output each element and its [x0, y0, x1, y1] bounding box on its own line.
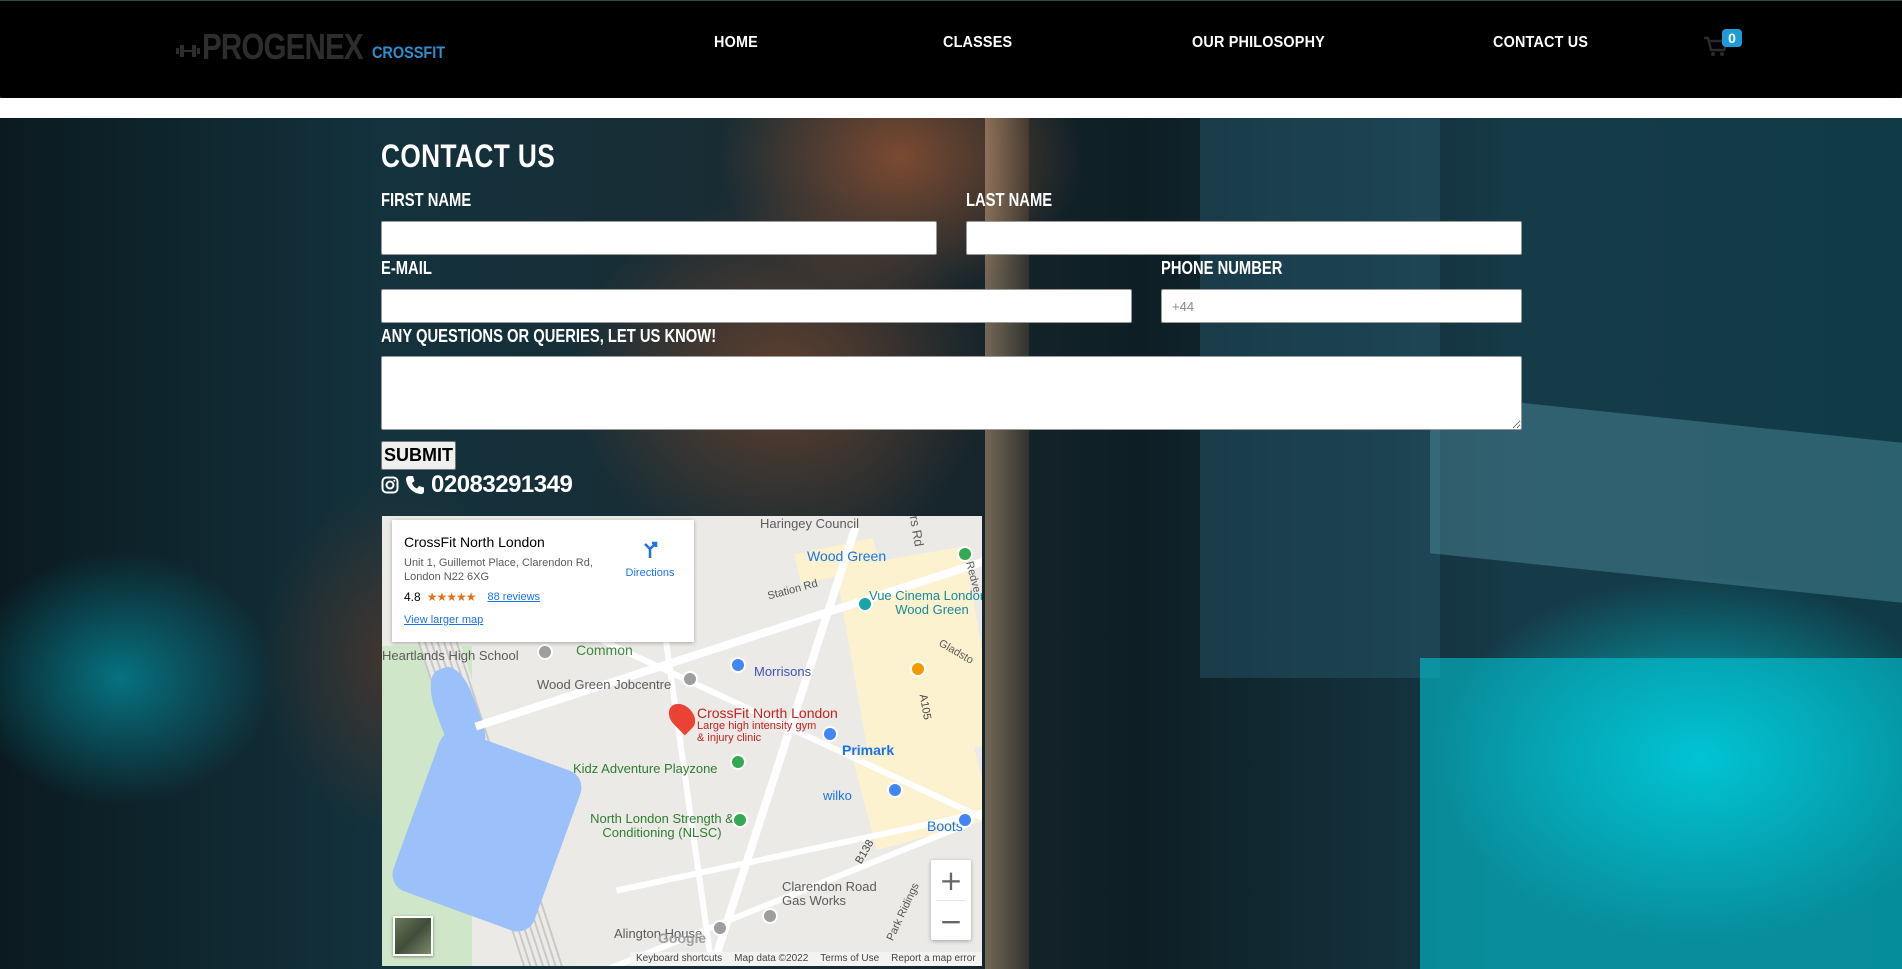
map-place-address: Unit 1, Guillemot Place, Clarendon Rd, L…	[404, 557, 593, 583]
terms-of-use-link[interactable]: Terms of Use	[820, 952, 879, 966]
view-larger-map-link[interactable]: View larger map	[404, 614, 680, 626]
nav-home[interactable]: HOME	[714, 34, 758, 52]
phone-input[interactable]	[1161, 289, 1522, 323]
logo-sub-text: CROSSFIT	[372, 43, 446, 62]
phone-icon	[406, 476, 424, 494]
kidz-pin-icon	[730, 754, 746, 770]
location-pin-icon[interactable]	[663, 698, 701, 736]
google-logo: Google	[658, 930, 707, 946]
nlsc-pin-icon	[732, 812, 748, 828]
site-logo[interactable]: PROGENEX CROSSFIT	[176, 29, 458, 65]
keyboard-shortcuts-link[interactable]: Keyboard shortcuts	[636, 952, 722, 966]
satellite-toggle[interactable]	[393, 916, 433, 956]
report-map-error-link[interactable]: Report a map error	[891, 952, 975, 966]
submit-button[interactable]: SUBMIT	[381, 441, 456, 470]
map-label-haringey: Haringey Council	[760, 516, 859, 531]
nav-classes[interactable]: CLASSES	[943, 34, 1012, 52]
cinema-pin-icon	[857, 596, 873, 612]
map-label-clarendon: Clarendon Road Gas Works	[782, 879, 877, 908]
logo-main-text: PROGENEX	[202, 26, 364, 67]
map-label-heartlands: Heartlands High School	[382, 648, 519, 663]
morrisons-pin-icon	[730, 657, 746, 673]
last-name-label: LAST NAME	[966, 190, 1053, 210]
map-label-station-rd: Station Rd	[766, 577, 820, 603]
top-navbar: PROGENEX CROSSFIT HOME CLASSES OUR PHILO…	[0, 0, 1902, 98]
map-pin-name: CrossFit North London	[697, 705, 838, 721]
zoom-in-icon[interactable]: +	[931, 860, 971, 900]
park-pin-icon	[957, 546, 973, 562]
map-pin-desc: Large high intensity gym & injury clinic	[697, 720, 817, 744]
jobcentre-pin-icon	[682, 671, 698, 687]
map-label-primark: Primark	[842, 742, 895, 758]
page-title: CONTACT US	[381, 138, 556, 174]
wilko-pin-icon	[887, 782, 903, 798]
gasworks-pin-icon	[762, 908, 778, 924]
map-label-wood-green: Wood Green	[807, 548, 887, 564]
map-label-kidz: Kidz Adventure Playzone	[573, 761, 718, 776]
email-input[interactable]	[381, 289, 1132, 323]
primark-pin-icon	[822, 726, 838, 742]
restaurant-pin-icon	[910, 661, 926, 677]
last-name-input[interactable]	[966, 221, 1522, 255]
map-label-common: Common	[576, 642, 633, 658]
dumbbell-icon	[176, 45, 200, 57]
first-name-input[interactable]	[381, 221, 937, 255]
questions-label: ANY QUESTIONS OR QUERIES, LET US KNOW!	[381, 326, 717, 346]
directions-icon	[644, 541, 658, 558]
star-rating-icon: ★★★★★	[426, 590, 477, 604]
map-label-vue-cinema: Vue Cinema London - Wood Green	[869, 588, 982, 617]
alington-pin-icon	[712, 920, 728, 936]
map-label-nlsc: North London Strength & Conditioning (NL…	[590, 811, 734, 840]
email-label: E-MAIL	[381, 258, 432, 278]
first-name-label: FIRST NAME	[381, 190, 472, 210]
map-label-morrisons: Morrisons	[754, 664, 812, 679]
header-divider	[0, 98, 1902, 118]
directions-label: Directions	[625, 567, 675, 579]
school-pin-icon	[537, 644, 553, 660]
instagram-icon[interactable]	[381, 475, 399, 495]
nav-our-philosophy[interactable]: OUR PHILOSOPHY	[1192, 34, 1325, 52]
map-label-ers-rd: ers Rd	[905, 516, 927, 548]
zoom-out-icon[interactable]: −	[931, 901, 971, 941]
rating-value: 4.8	[404, 590, 421, 604]
boots-pin-icon	[957, 812, 973, 828]
phone-number[interactable]: 02083291349	[431, 471, 573, 499]
cart-count-badge: 0	[1722, 29, 1742, 47]
map-rating: 4.8 ★★★★★ 88 reviews	[404, 590, 680, 604]
phone-label: PHONE NUMBER	[1161, 258, 1283, 278]
reviews-link[interactable]: 88 reviews	[487, 591, 540, 603]
map-zoom-controls: + −	[931, 860, 971, 940]
map-attribution: Keyboard shortcuts Map data ©2022 Terms …	[630, 952, 982, 966]
questions-textarea[interactable]	[381, 356, 1522, 430]
map-data-text: Map data ©2022	[734, 953, 809, 964]
map-label-wilko: wilko	[823, 788, 852, 803]
directions-button[interactable]: Directions	[620, 538, 680, 579]
nav-contact-us[interactable]: CONTACT US	[1493, 34, 1588, 52]
map-label-jobcentre: Wood Green Jobcentre	[537, 677, 672, 692]
contact-info: 02083291349	[381, 471, 573, 499]
